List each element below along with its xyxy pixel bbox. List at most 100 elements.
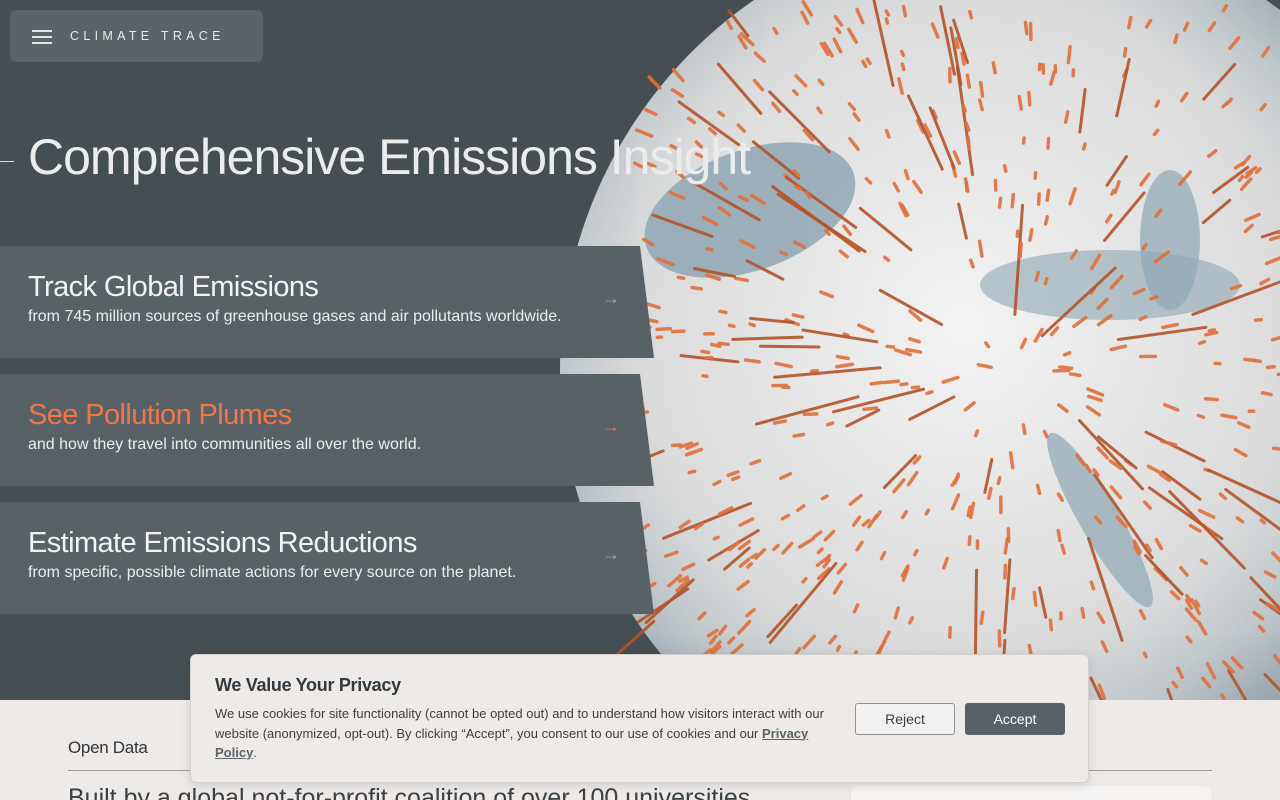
emission-spike (1207, 149, 1218, 158)
emission-spike (1182, 21, 1190, 32)
card-estimate-emissions-reductions[interactable]: Estimate Emissions Reductions from speci… (0, 502, 654, 614)
emission-spike (1094, 515, 1103, 525)
emission-spike (1058, 365, 1074, 371)
emission-spike (1173, 33, 1179, 44)
emission-spike (797, 537, 815, 549)
emission-spike (1168, 490, 1246, 570)
emission-spike (770, 101, 782, 113)
emission-spike (906, 94, 944, 171)
emission-spike (748, 322, 757, 328)
emission-spike (1196, 413, 1206, 420)
emission-spike (1018, 241, 1023, 259)
emission-spike (823, 529, 836, 542)
emission-spike (1038, 586, 1048, 619)
emission-spike (1161, 470, 1202, 501)
emission-spike (774, 361, 793, 369)
emission-spike (1243, 223, 1255, 234)
emission-spike (791, 313, 805, 319)
emission-spike (734, 276, 749, 283)
emission-spike (1062, 350, 1072, 357)
emission-spike (869, 380, 884, 386)
emission-spike (1154, 99, 1161, 108)
emission-spike (973, 429, 980, 438)
emission-spike (1109, 485, 1123, 500)
emission-spike (705, 273, 722, 282)
emission-spike (950, 493, 961, 511)
emission-spike (855, 7, 865, 25)
emission-spike (968, 258, 975, 269)
emission-spike (1207, 328, 1216, 333)
arrow-right-icon: → (602, 416, 620, 436)
emission-spike (965, 73, 972, 89)
emission-spike (779, 250, 788, 257)
cookie-banner: We Value Your Privacy We use cookies for… (190, 654, 1089, 783)
emission-spike (717, 341, 731, 347)
emission-spike (1109, 344, 1128, 352)
emission-spike (852, 603, 860, 614)
card-track-global-emissions[interactable]: Track Global Emissions from 745 million … (0, 246, 654, 358)
emission-spike (857, 323, 875, 334)
accept-button[interactable]: Accept (965, 703, 1065, 735)
emission-spike (1143, 500, 1153, 511)
emission-spike (952, 150, 962, 166)
emission-spike (745, 607, 756, 618)
emission-spike (858, 206, 913, 252)
emission-spike (1179, 565, 1189, 577)
emission-spike (690, 285, 703, 291)
emission-spike (1253, 317, 1264, 323)
emission-spike (1188, 523, 1202, 533)
emission-spike (1203, 396, 1219, 402)
emission-spike (864, 176, 873, 185)
emission-spike (942, 556, 949, 570)
emission-spike (697, 611, 707, 621)
emission-spike (1113, 180, 1121, 195)
emission-spike (708, 634, 718, 645)
emission-spike (1034, 270, 1041, 282)
emission-spike (758, 344, 821, 349)
emission-spike (1207, 21, 1217, 33)
emission-spike (1201, 676, 1212, 689)
emission-spike (828, 634, 838, 645)
emission-spike (900, 509, 909, 520)
emission-spike (897, 76, 904, 96)
emission-spike (835, 354, 850, 361)
emission-spike (647, 75, 662, 90)
emission-spike (884, 17, 890, 25)
emission-spike (730, 475, 741, 482)
climate-trace-logo[interactable]: CLIMATE TRACE (70, 29, 225, 43)
emission-spike (1152, 128, 1160, 137)
emission-spike (1049, 70, 1056, 86)
emission-spike (1028, 227, 1034, 242)
reject-button[interactable]: Reject (855, 703, 955, 735)
emission-spike (1096, 611, 1106, 625)
emission-spike (1204, 330, 1219, 337)
emission-spike (780, 513, 791, 521)
emission-spike (1184, 607, 1198, 623)
emission-spike (1263, 673, 1280, 693)
emission-spike (727, 9, 750, 38)
card-description: from 745 million sources of greenhouse g… (28, 308, 562, 325)
hero-section: CLIMATE TRACE Comprehensive Emissions In… (0, 0, 1280, 700)
emission-spike (812, 530, 823, 539)
emission-spike (966, 135, 971, 151)
emission-spike (882, 379, 901, 385)
emission-spike (1036, 192, 1041, 206)
emission-spike (1011, 587, 1016, 601)
emission-spike (825, 421, 835, 427)
emission-spike (717, 624, 728, 636)
emission-spike (913, 548, 919, 557)
emission-spike (1154, 208, 1163, 218)
emission-spike (820, 494, 829, 501)
emission-spike (1032, 590, 1038, 607)
emission-spike (1259, 103, 1267, 112)
card-see-pollution-plumes[interactable]: See Pollution Plumes and how they travel… (0, 374, 654, 486)
emission-spike (1178, 170, 1193, 186)
emission-spike (855, 540, 864, 552)
emission-spike (900, 62, 906, 72)
emission-spike (1027, 90, 1032, 107)
hamburger-icon[interactable] (32, 28, 54, 44)
emission-spike (984, 341, 991, 349)
emission-spike (1202, 63, 1237, 101)
emission-spike (801, 328, 879, 344)
emission-spike (967, 535, 972, 547)
